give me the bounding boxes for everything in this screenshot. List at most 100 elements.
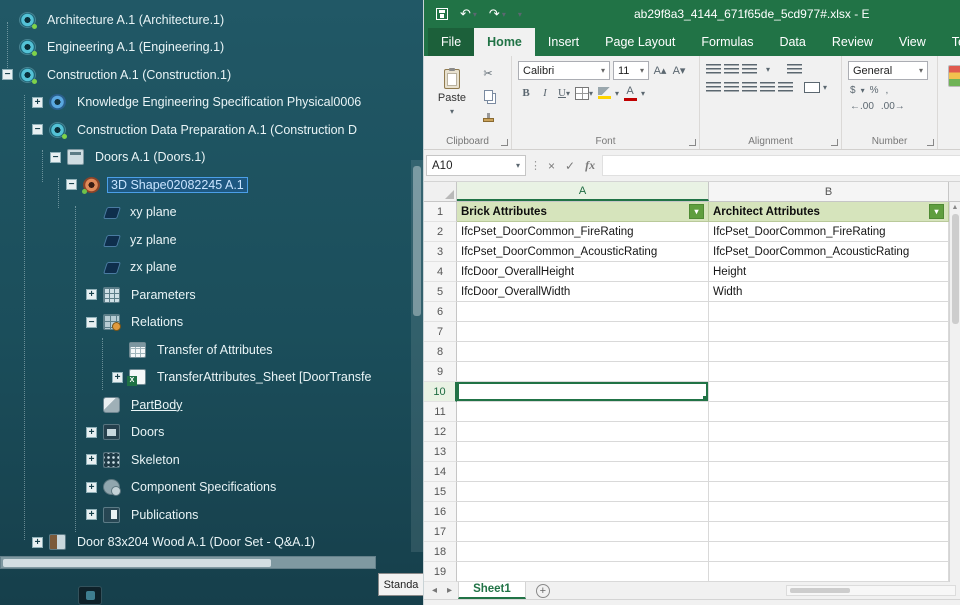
collapse-icon[interactable]: − <box>2 69 13 81</box>
standard-toolbar-button[interactable]: Standa <box>378 573 423 596</box>
align-bottom-button[interactable] <box>742 63 757 75</box>
tree-item-doors[interactable]: + Doors <box>0 419 411 447</box>
cell-b18[interactable] <box>709 542 949 562</box>
bold-button[interactable]: B <box>518 85 534 101</box>
tree-item-transfer-of-attributes[interactable]: Transfer of Attributes <box>0 336 411 364</box>
cell-a9[interactable] <box>457 362 709 382</box>
tab-page-layout[interactable]: Page Layout <box>592 28 688 56</box>
cell-a16[interactable] <box>457 502 709 522</box>
conditional-formatting-icon[interactable] <box>948 65 960 87</box>
cell-b15[interactable] <box>709 482 949 502</box>
expand-icon[interactable]: + <box>86 481 97 493</box>
tree-item-3d-shape[interactable]: − 3D Shape02082245 A.1 <box>0 171 411 199</box>
cell-a7[interactable] <box>457 322 709 342</box>
expand-icon[interactable]: + <box>86 454 97 466</box>
accounting-format-button[interactable]: $ <box>848 85 858 96</box>
grid-horizontal-scrollbar[interactable] <box>786 585 956 596</box>
percent-style-button[interactable]: % <box>868 85 881 96</box>
tree-item-construction-data-prep[interactable]: − Construction Data Preparation A.1 (Con… <box>0 116 411 144</box>
font-name-combo[interactable]: Calibri ▾ <box>518 61 610 80</box>
sheet-tab-sheet1[interactable]: Sheet1 <box>458 582 526 599</box>
cell-a4[interactable]: IfcDoor_OverallHeight <box>457 262 709 282</box>
row-header-19[interactable]: 19 <box>424 562 457 582</box>
tree-item-skeleton[interactable]: + Skeleton <box>0 446 411 474</box>
new-sheet-button[interactable]: + <box>535 583 550 598</box>
number-format-combo[interactable]: General ▾ <box>848 61 928 80</box>
collapse-icon[interactable]: − <box>32 124 43 136</box>
cell-b17[interactable] <box>709 522 949 542</box>
cell-b19[interactable] <box>709 562 949 582</box>
cell-b13[interactable] <box>709 442 949 462</box>
italic-button[interactable]: I <box>537 85 553 101</box>
align-left-button[interactable] <box>706 82 721 93</box>
wrap-text-button[interactable] <box>787 63 802 75</box>
qat-customize-button[interactable]: ▾ <box>518 10 522 19</box>
cell-b7[interactable] <box>709 322 949 342</box>
tab-file[interactable]: File <box>428 28 475 56</box>
cell-b1[interactable]: Architect Attributes ▾ <box>709 202 949 222</box>
column-header-b[interactable]: B <box>709 182 949 201</box>
row-header-14[interactable]: 14 <box>424 462 457 482</box>
scrollbar-thumb[interactable] <box>413 166 421 316</box>
orientation-button[interactable]: ▾ <box>760 61 776 77</box>
tab-insert[interactable]: Insert <box>535 28 592 56</box>
tree-item-partbody[interactable]: PartBody <box>0 391 411 419</box>
cell-a19[interactable] <box>457 562 709 582</box>
cell-b6[interactable] <box>709 302 949 322</box>
cell-b8[interactable] <box>709 342 949 362</box>
cell-a8[interactable] <box>457 342 709 362</box>
row-header-18[interactable]: 18 <box>424 542 457 562</box>
tree-item-parameters[interactable]: + Parameters <box>0 281 411 309</box>
grid-vertical-scrollbar[interactable]: ▲ <box>949 202 960 582</box>
cell-a1[interactable]: Brick Attributes ▾ <box>457 202 709 222</box>
increase-decimal-button[interactable]: ←.00 <box>848 101 876 112</box>
expand-icon[interactable]: + <box>112 371 123 383</box>
tree-item-architecture[interactable]: Architecture A.1 (Architecture.1) <box>0 6 411 34</box>
cell-b9[interactable] <box>709 362 949 382</box>
align-center-button[interactable] <box>724 82 739 93</box>
tree-item-yz-plane[interactable]: yz plane <box>0 226 411 254</box>
row-header-7[interactable]: 7 <box>424 322 457 342</box>
select-all-corner[interactable] <box>424 182 457 201</box>
align-top-button[interactable] <box>706 63 721 75</box>
row-header-10[interactable]: 10 <box>424 382 457 402</box>
tab-formulas[interactable]: Formulas <box>688 28 766 56</box>
row-header-8[interactable]: 8 <box>424 342 457 362</box>
comma-style-button[interactable]: , <box>883 85 890 96</box>
borders-button[interactable]: ▾ <box>575 85 593 101</box>
formula-input[interactable] <box>602 155 960 176</box>
tree-item-construction[interactable]: − Construction A.1 (Construction.1) <box>0 61 411 89</box>
tab-review[interactable]: Review <box>819 28 886 56</box>
fill-color-button[interactable] <box>596 85 612 101</box>
row-header-2[interactable]: 2 <box>424 222 457 242</box>
expand-icon[interactable]: + <box>86 509 97 521</box>
grow-font-button[interactable]: A▴ <box>652 63 668 79</box>
cell-b10[interactable] <box>709 382 949 402</box>
font-dialog-launcher[interactable] <box>689 139 696 146</box>
alignment-dialog-launcher[interactable] <box>831 139 838 146</box>
cell-a3[interactable]: IfcPset_DoorCommon_AcousticRating <box>457 242 709 262</box>
tree-item-component-specifications[interactable]: + Component Specifications <box>0 474 411 502</box>
row-header-16[interactable]: 16 <box>424 502 457 522</box>
filter-button-b[interactable]: ▾ <box>929 204 944 219</box>
row-header-11[interactable]: 11 <box>424 402 457 422</box>
cell-a11[interactable] <box>457 402 709 422</box>
copy-button[interactable] <box>480 87 496 103</box>
paste-button[interactable]: Paste ▾ <box>430 61 474 123</box>
decrease-indent-button[interactable] <box>760 82 775 93</box>
cell-b5[interactable]: Width <box>709 282 949 302</box>
cell-b16[interactable] <box>709 502 949 522</box>
cell-b12[interactable] <box>709 422 949 442</box>
insert-function-button[interactable]: fx <box>582 158 598 173</box>
tree-item-transfer-attributes-sheet[interactable]: + TransferAttributes_Sheet [DoorTransfe <box>0 364 411 392</box>
expand-icon[interactable]: + <box>86 426 97 438</box>
cell-a17[interactable] <box>457 522 709 542</box>
vertical-scrollbar[interactable] <box>411 160 423 552</box>
cell-a12[interactable] <box>457 422 709 442</box>
tree-item-publications[interactable]: + Publications <box>0 501 411 529</box>
collapse-icon[interactable]: − <box>50 151 61 163</box>
tree-item-relations[interactable]: − Relations <box>0 309 411 337</box>
tab-team[interactable]: Team <box>939 28 960 56</box>
filter-button-a[interactable]: ▾ <box>689 204 704 219</box>
row-header-3[interactable]: 3 <box>424 242 457 262</box>
